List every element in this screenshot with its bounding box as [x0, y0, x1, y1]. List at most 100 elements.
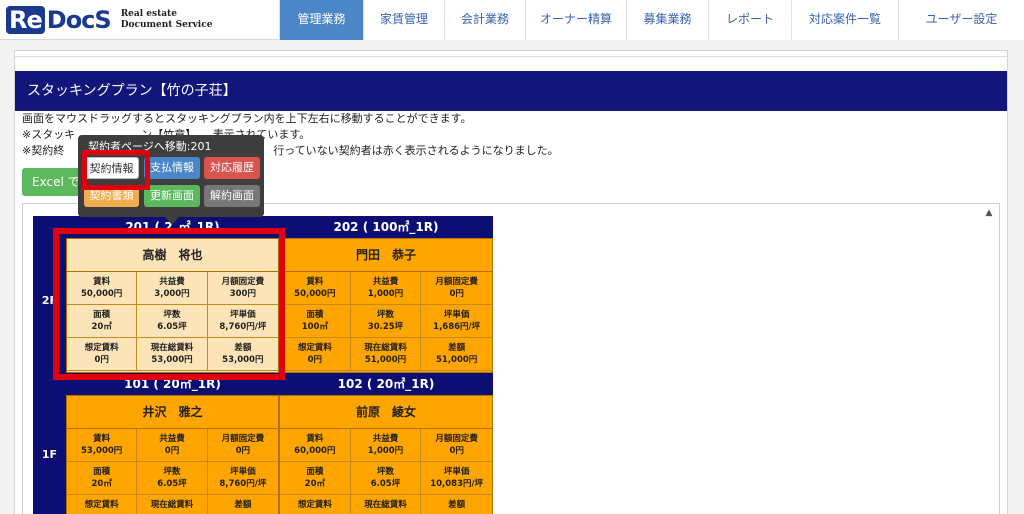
cell-value: 8,760円/坪	[219, 479, 267, 489]
cell-label: 面積	[306, 310, 324, 320]
unit-101[interactable]: 井沢 雅之 賃料 53,000円 共益費 0円 月額固定費 0円 面積 20㎡ 坪数 6.…	[66, 395, 279, 514]
cell-value: 20㎡	[91, 479, 112, 489]
cell-area: 面積 100㎡	[280, 305, 351, 338]
cell-label: 坪数	[163, 467, 181, 477]
page-title: スタッキングプラン【竹の子荘】	[15, 71, 1007, 111]
unit-grid: 賃料 50,000円 共益費 1,000円 月額固定費 0円 面積 100㎡ 坪数 30.…	[280, 272, 492, 371]
payment-info-button[interactable]: 支払情報	[144, 157, 200, 179]
cell-label: 賃料	[306, 434, 324, 444]
top-bar: Re DocS Real estate Document Service 管理業務…	[0, 0, 1024, 40]
nav-user[interactable]: ユーザー設定	[898, 0, 1024, 40]
floor-label: 1F	[41, 448, 58, 461]
popup-caret	[165, 217, 179, 225]
excel-button[interactable]: Excel で	[22, 168, 86, 196]
cell-diff: 差額	[208, 495, 278, 514]
cell-label: 差額	[448, 343, 466, 353]
cell-diff: 差額 51,000円	[421, 338, 492, 371]
cancellation-button[interactable]: 解約画面	[204, 185, 260, 207]
cell-value: 0円	[307, 355, 323, 365]
cell-value: 0円	[449, 446, 464, 456]
cell-label: 差額	[448, 500, 466, 510]
cell-value: 0円	[235, 446, 251, 456]
nav-owner[interactable]: オーナー精算	[525, 0, 626, 40]
history-button[interactable]: 対応履歴	[204, 157, 260, 179]
cell-label: 月額固定費	[435, 434, 478, 444]
cell-label: 坪数	[376, 467, 394, 477]
cell-rent: 賃料 50,000円	[280, 272, 351, 305]
cell-label: 月額固定費	[435, 277, 478, 287]
cell-value: 51,000円	[436, 355, 478, 365]
unit-grid: 賃料 60,000円 共益費 1,000円 月額固定費 0円 面積 20㎡ 坪数 6.05…	[280, 429, 492, 514]
cell-label: 想定賃料	[297, 343, 332, 353]
unit-202[interactable]: 門田 恭子 賃料 50,000円 共益費 1,000円 月額固定費 0円 面積 100㎡…	[279, 238, 493, 373]
cell-value: 20㎡	[304, 479, 325, 489]
logo-mark: Re DocS	[6, 4, 112, 36]
cell-diff: 差額	[421, 495, 492, 514]
cell-value: 1,686円/坪	[433, 322, 481, 332]
cell-value: 53,000円	[81, 446, 123, 456]
cell-label: 坪単価	[443, 467, 470, 477]
logo-line-2: Document Service	[120, 20, 213, 30]
redocs-logo[interactable]: Re DocS Real estate Document Service	[6, 4, 212, 36]
cell-label: 現在総賃料	[150, 500, 194, 510]
cell-label: 共益費	[159, 434, 185, 444]
cell-common-fee: 共益費 1,000円	[350, 429, 422, 462]
logo-docs: DocS	[46, 6, 112, 34]
unit-grid: 賃料 53,000円 共益費 0円 月額固定費 0円 面積 20㎡ 坪数 6.05坪 坪単…	[67, 429, 278, 514]
cell-fixed-fee: 月額固定費 0円	[207, 429, 278, 462]
main-nav: 管理業務 家賃管理 会計業務 オーナー精算 募集業務 レポート 対応案件一覧 ユ…	[279, 0, 1024, 40]
unit-header: 202 ( 100㎡_1R)	[333, 220, 439, 234]
highlight-box	[53, 228, 285, 380]
cell-total-rent: 現在総賃料	[137, 495, 208, 514]
cell-value: 0円	[449, 289, 464, 299]
cell-fixed-fee: 月額固定費 0円	[421, 429, 492, 462]
cell-label: 想定賃料	[84, 500, 119, 510]
cell-tsubo-price: 坪単価 8,760円/坪	[207, 462, 278, 495]
cell-label: 面積	[93, 467, 111, 477]
cell-label: 賃料	[306, 277, 324, 287]
cell-value: 1,000円	[367, 446, 404, 456]
cell-value: 6.05坪	[157, 479, 187, 489]
cell-label: 想定賃料	[297, 500, 332, 510]
cell-label: 月額固定費	[221, 434, 265, 444]
cell-expected-rent: 想定賃料	[67, 495, 138, 514]
cell-tsubo: 坪数 6.05坪	[350, 462, 422, 495]
unit-header: 102 ( 20㎡_1R)	[337, 377, 435, 391]
cell-label: 共益費	[372, 434, 399, 444]
cell-common-fee: 共益費 0円	[137, 429, 208, 462]
cell-label: 差額	[234, 500, 252, 510]
cell-value: 50,000円	[294, 289, 336, 299]
logo-re: Re	[6, 6, 45, 34]
renewal-button[interactable]: 更新画面	[144, 185, 200, 207]
cell-label: 現在総賃料	[364, 500, 407, 510]
tenant-name[interactable]: 門田 恭子	[280, 239, 492, 272]
cell-value: 30.25坪	[367, 322, 404, 332]
cell-rent: 賃料 60,000円	[280, 429, 351, 462]
cell-total-rent: 現在総賃料 51,000円	[350, 338, 422, 371]
cell-label: 共益費	[372, 277, 399, 287]
cell-area: 面積 20㎡	[280, 462, 351, 495]
tenant-name[interactable]: 前原 綾女	[280, 396, 492, 429]
nav-kaikei[interactable]: 会計業務	[444, 0, 525, 40]
cell-value: 6.05坪	[370, 479, 401, 489]
nav-taio[interactable]: 対応案件一覧	[791, 0, 898, 40]
scroll-up-icon[interactable]: ▲	[983, 207, 995, 219]
tenant-name[interactable]: 井沢 雅之	[67, 396, 278, 429]
logo-line-1: Real estate	[120, 9, 177, 19]
cell-value: 1,000円	[367, 289, 404, 299]
cell-value: 60,000円	[294, 446, 336, 456]
cell-tsubo-price: 坪単価 10,083円/坪	[421, 462, 492, 495]
logo-subtitle: Real estate Document Service	[121, 9, 213, 31]
nav-kanri[interactable]: 管理業務	[279, 0, 363, 40]
unit-102[interactable]: 前原 綾女 賃料 60,000円 共益費 1,000円 月額固定費 0円 面積 20㎡ …	[279, 395, 493, 514]
highlight-box	[82, 150, 150, 190]
nav-report[interactable]: レポート	[708, 0, 791, 40]
cell-value: 10,083円/坪	[430, 479, 484, 489]
nav-yachin[interactable]: 家賃管理	[363, 0, 444, 40]
cell-tsubo: 坪数 30.25坪	[350, 305, 422, 338]
nav-boshu[interactable]: 募集業務	[626, 0, 708, 40]
cell-common-fee: 共益費 1,000円	[350, 272, 422, 305]
cell-expected-rent: 想定賃料 0円	[280, 338, 351, 371]
cell-fixed-fee: 月額固定費 0円	[421, 272, 492, 305]
panel-stripe	[15, 51, 1007, 57]
